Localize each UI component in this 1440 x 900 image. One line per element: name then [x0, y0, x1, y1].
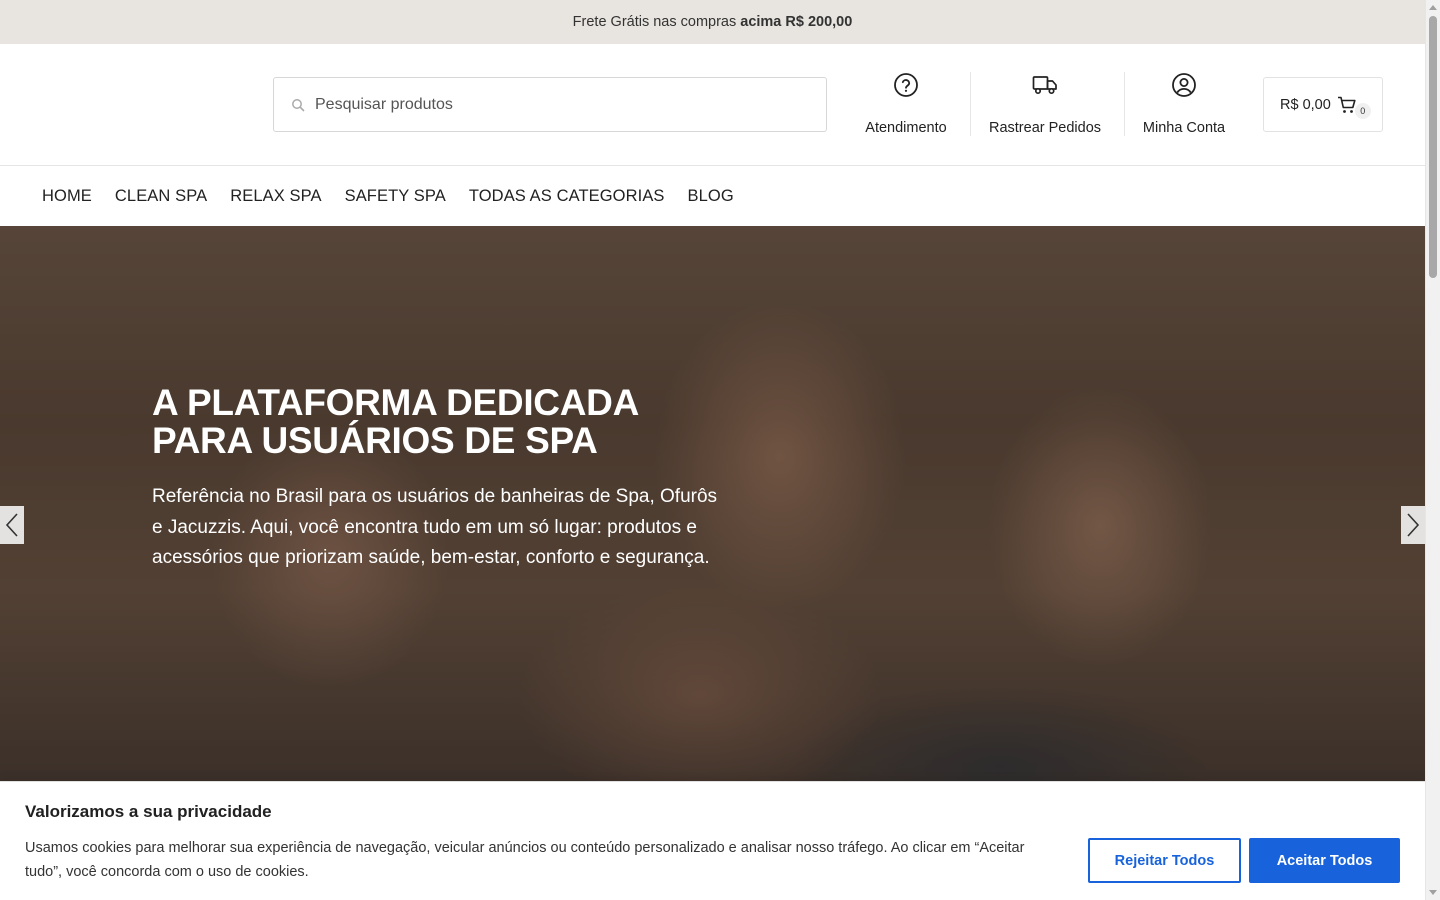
chevron-left-icon — [5, 513, 18, 537]
scroll-down-arrow[interactable] — [1429, 890, 1437, 895]
cart-icon: 0 — [1337, 94, 1371, 119]
nav-home[interactable]: HOME — [42, 187, 92, 206]
promo-text: Frete Grátis nas compras — [572, 14, 737, 30]
nav-relax-spa[interactable]: RELAX SPA — [230, 187, 321, 206]
cart-total: R$ 0,00 — [1280, 96, 1331, 113]
main-nav: HOME CLEAN SPA RELAX SPA SAFETY SPA TODA… — [0, 166, 1425, 226]
site-header: Atendimento Rastrear Pedidos Minha Conta… — [0, 44, 1425, 166]
hero-slider: A PLATAFORMA DEDICADA PARA USUÁRIOS DE S… — [0, 226, 1425, 786]
accept-all-button[interactable]: Aceitar Todos — [1249, 838, 1400, 883]
scrollbar-thumb[interactable] — [1429, 16, 1437, 278]
nav-safety-spa[interactable]: SAFETY SPA — [345, 187, 446, 206]
my-account-label: Minha Conta — [1142, 120, 1226, 136]
slider-prev-button[interactable] — [0, 506, 24, 544]
hero-description: Referência no Brasil para os usuários de… — [152, 486, 718, 568]
hero-title-line-1: A PLATAFORMA DEDICADA — [152, 382, 639, 423]
cookie-banner: Valorizamos a sua privacidade Usamos coo… — [0, 781, 1425, 900]
divider — [970, 72, 971, 136]
promo-text-bold: acima R$ 200,00 — [740, 14, 853, 30]
hero-title: A PLATAFORMA DEDICADA PARA USUÁRIOS DE S… — [152, 384, 732, 460]
scrollbar[interactable] — [1425, 0, 1440, 900]
slider-next-button[interactable] — [1401, 506, 1425, 544]
truck-icon — [1032, 72, 1058, 98]
support-link[interactable]: Atendimento — [850, 72, 962, 136]
hero-content: A PLATAFORMA DEDICADA PARA USUÁRIOS DE S… — [152, 384, 732, 574]
track-orders-link[interactable]: Rastrear Pedidos — [980, 72, 1110, 136]
nav-blog[interactable]: BLOG — [688, 187, 734, 206]
cookie-text: Usamos cookies para melhorar sua experiê… — [25, 840, 1025, 880]
nav-clean-spa[interactable]: CLEAN SPA — [115, 187, 207, 206]
help-circle-icon — [893, 72, 919, 98]
cart-button[interactable]: R$ 0,00 0 — [1263, 77, 1383, 132]
search-input[interactable] — [315, 95, 795, 114]
scroll-up-arrow[interactable] — [1429, 5, 1437, 10]
support-label: Atendimento — [865, 120, 947, 136]
chevron-right-icon — [1407, 513, 1420, 537]
cookie-title: Valorizamos a sua privacidade — [25, 802, 272, 821]
divider — [1124, 72, 1125, 136]
promo-bar: Frete Grátis nas compras acima R$ 200,00 — [0, 0, 1425, 44]
page: Frete Grátis nas compras acima R$ 200,00… — [0, 0, 1425, 900]
hero-title-line-2: PARA USUÁRIOS DE SPA — [152, 420, 598, 461]
search-box[interactable] — [273, 77, 827, 132]
search-icon — [291, 98, 305, 112]
my-account-link[interactable]: Minha Conta — [1133, 72, 1235, 136]
cart-count-badge: 0 — [1354, 102, 1371, 119]
nav-all-categories[interactable]: TODAS AS CATEGORIAS — [469, 187, 665, 206]
track-orders-label: Rastrear Pedidos — [988, 120, 1102, 136]
user-circle-icon — [1171, 72, 1197, 98]
reject-all-button[interactable]: Rejeitar Todos — [1088, 838, 1241, 883]
